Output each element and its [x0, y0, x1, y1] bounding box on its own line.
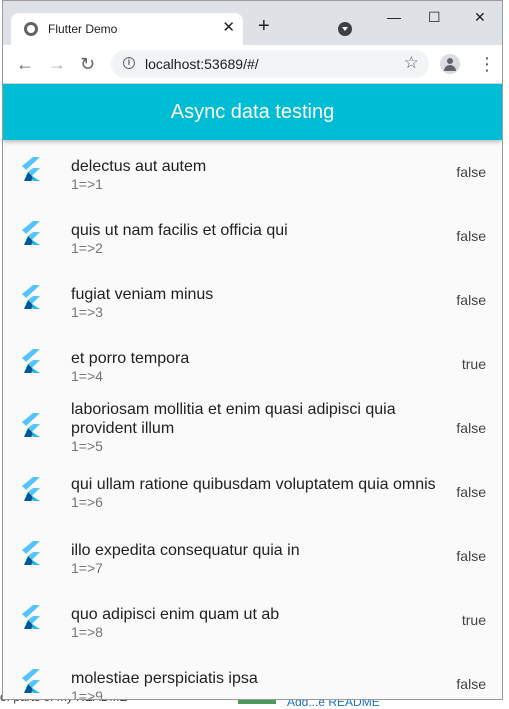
url-text[interactable]: localhost:53689/#/ [145, 56, 259, 72]
completed-status: true [461, 612, 486, 628]
list-item[interactable]: fugiat veniam minus 1=>3 false [3, 268, 502, 332]
flutter-logo-icon [22, 413, 40, 437]
browser-window: Flutter Demo ✕ + — ☐ ✕ ← → ↻ i localhost… [2, 0, 503, 700]
list-item-title: qui ullam ratione quibusdam voluptatem q… [71, 476, 436, 493]
list-item-title: quo adipisci enim quam ut ab [71, 606, 280, 623]
close-tab-icon[interactable]: ✕ [222, 19, 235, 37]
list-item-subtitle: 1=>1 [71, 176, 103, 192]
list-item[interactable]: delectus aut autem 1=>1 false [3, 140, 502, 204]
flutter-logo-icon [22, 221, 40, 245]
completed-status: false [456, 420, 486, 436]
address-bar[interactable]: i localhost:53689/#/ ☆ [111, 50, 429, 78]
list-item[interactable]: molestiae perspiciatis ipsa 1=>9 false [3, 652, 502, 700]
flutter-logo-icon [22, 285, 40, 309]
flutter-logo-icon [22, 605, 40, 629]
bookmark-star-icon[interactable]: ☆ [404, 53, 419, 73]
list-item-title: illo expedita consequatur quia in [71, 542, 300, 559]
list-item-title: laboriosam mollitia et enim quasi adipis… [71, 401, 396, 437]
browser-menu-icon[interactable]: ⋮ [478, 54, 496, 74]
list-item[interactable]: qui ullam ratione quibusdam voluptatem q… [3, 460, 502, 524]
flutter-logo-icon [22, 157, 40, 181]
list-item-title: quis ut nam facilis et officia qui [71, 222, 288, 239]
info-icon[interactable]: i [123, 57, 135, 69]
profile-avatar-icon[interactable] [440, 54, 460, 74]
new-tab-button[interactable]: + [258, 16, 270, 36]
close-window-button[interactable]: ✕ [474, 9, 486, 25]
list-item-title: molestiae perspiciatis ipsa [71, 670, 258, 687]
list-item-title: delectus aut autem [71, 158, 207, 175]
minimize-button[interactable]: — [387, 9, 401, 25]
completed-status: false [456, 484, 486, 500]
app-bar: Async data testing [3, 84, 502, 140]
list-item-title: fugiat veniam minus [71, 286, 214, 303]
flutter-logo-icon [22, 477, 40, 501]
completed-status: true [461, 356, 486, 372]
list-item-subtitle: 1=>8 [71, 624, 103, 640]
completed-status: false [456, 164, 486, 180]
completed-status: false [456, 548, 486, 564]
list-item[interactable]: et porro tempora 1=>4 true [3, 332, 502, 396]
list-item-subtitle: 1=>4 [71, 368, 103, 384]
flutter-logo-icon [22, 669, 40, 693]
list-item-subtitle: 1=>6 [71, 494, 103, 510]
tab-title: Flutter Demo [48, 22, 118, 36]
list-item-subtitle: 1=>7 [71, 560, 103, 576]
list-item-subtitle: 1=>9 [71, 688, 103, 700]
browser-toolbar: ← → ↻ i localhost:53689/#/ ☆ ⋮ [3, 45, 502, 84]
reload-button[interactable]: ↻ [80, 54, 95, 74]
tab-search-icon[interactable] [338, 22, 352, 36]
globe-icon [24, 22, 38, 36]
list-item-subtitle: 1=>5 [71, 438, 103, 454]
title-bar: Flutter Demo ✕ + — ☐ ✕ [3, 1, 502, 45]
completed-status: false [456, 228, 486, 244]
maximize-button[interactable]: ☐ [428, 9, 441, 25]
list-item-subtitle: 1=>2 [71, 240, 103, 256]
flutter-logo-icon [22, 349, 40, 373]
completed-status: false [456, 676, 486, 692]
list-item[interactable]: quis ut nam facilis et officia qui 1=>2 fa… [3, 204, 502, 268]
browser-tab[interactable]: Flutter Demo ✕ [11, 13, 243, 45]
completed-status: false [456, 292, 486, 308]
list-item[interactable]: quo adipisci enim quam ut ab 1=>8 true [3, 588, 502, 652]
list-item-subtitle: 1=>3 [71, 304, 103, 320]
flutter-logo-icon [22, 541, 40, 565]
list-item[interactable]: laboriosam mollitia et enim quasi adipis… [3, 396, 502, 460]
list-item[interactable]: illo expedita consequatur quia in 1=>7 fal… [3, 524, 502, 588]
back-button[interactable]: ← [16, 54, 34, 74]
list-item-title: et porro tempora [71, 350, 190, 367]
page-title: Async data testing [170, 101, 335, 123]
forward-button[interactable]: → [48, 54, 66, 74]
